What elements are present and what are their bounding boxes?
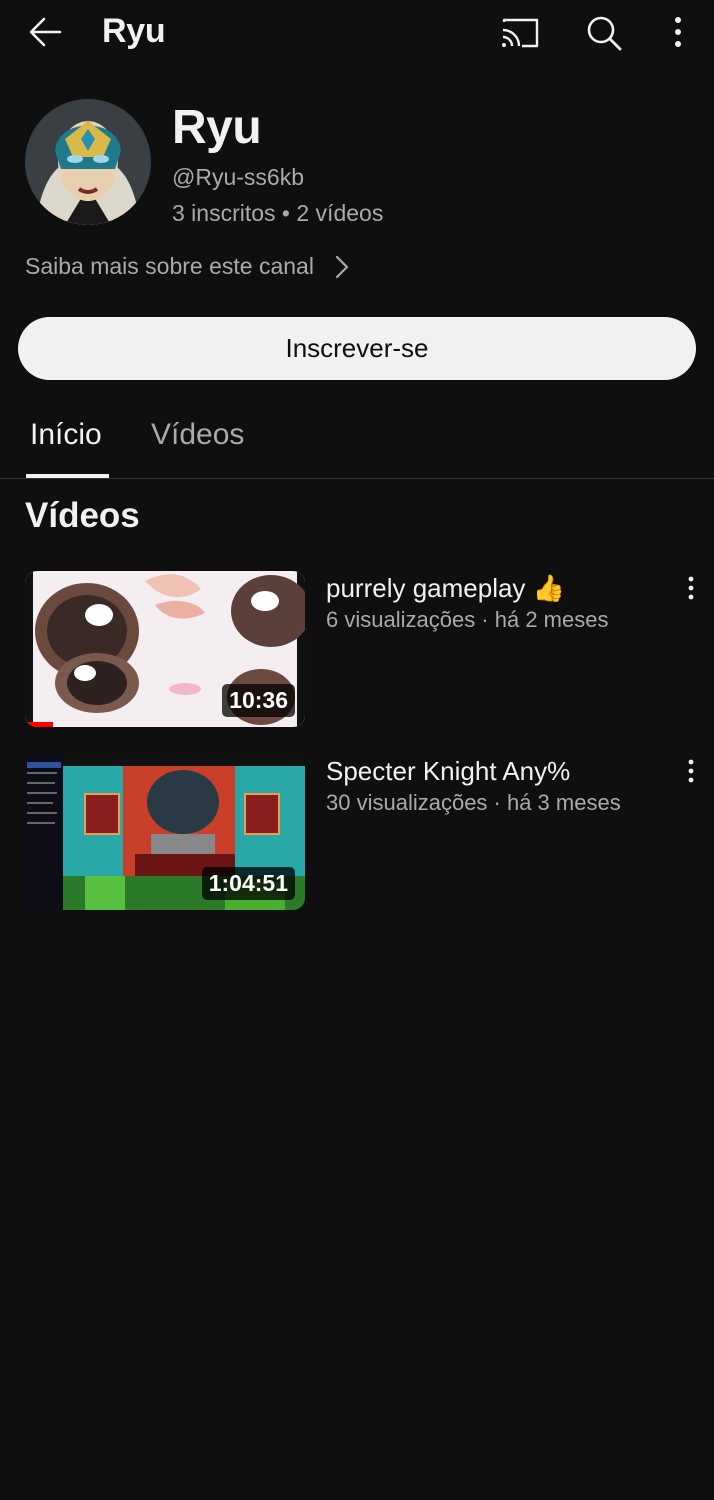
- subscribe-button[interactable]: Inscrever-se: [18, 317, 696, 380]
- active-tab-indicator: [26, 474, 109, 478]
- cast-icon[interactable]: [500, 16, 540, 50]
- chevron-right-icon: [332, 254, 352, 280]
- video-title[interactable]: Specter Knight Any%: [326, 756, 570, 787]
- channel-avatar[interactable]: [25, 99, 151, 225]
- channel-stats: 3 inscritos • 2 vídeos: [172, 200, 384, 226]
- more-vert-icon[interactable]: [664, 14, 692, 52]
- back-arrow-icon[interactable]: [26, 14, 66, 50]
- video-meta: 6 visualizações · há 2 meses: [326, 607, 609, 632]
- about-channel-link[interactable]: Saiba mais sobre este canal: [25, 253, 352, 280]
- about-channel-label: Saiba mais sobre este canal: [25, 253, 314, 279]
- channel-handle: @Ryu-ss6kb: [172, 164, 304, 190]
- tab-videos[interactable]: Vídeos: [151, 418, 244, 452]
- top-app-bar: Ryu: [0, 0, 714, 66]
- video-more-icon[interactable]: [680, 575, 702, 603]
- video-title[interactable]: purrely gameplay 👍: [326, 573, 565, 604]
- video-more-icon[interactable]: [680, 758, 702, 786]
- watch-progress-bar: [25, 722, 53, 727]
- channel-tabs: Início Vídeos: [0, 400, 714, 479]
- video-meta: 30 visualizações · há 3 meses: [326, 790, 621, 815]
- video-duration: 1:04:51: [201, 867, 295, 900]
- page-title: Ryu: [102, 12, 166, 50]
- video-thumbnail[interactable]: 1:04:51: [25, 754, 305, 910]
- video-duration: 10:36: [222, 684, 295, 717]
- tab-home[interactable]: Início: [30, 418, 102, 452]
- video-thumbnail[interactable]: 10:36: [25, 571, 305, 727]
- channel-name: Ryu: [172, 101, 262, 154]
- search-icon[interactable]: [585, 14, 623, 52]
- section-title: Vídeos: [25, 496, 140, 535]
